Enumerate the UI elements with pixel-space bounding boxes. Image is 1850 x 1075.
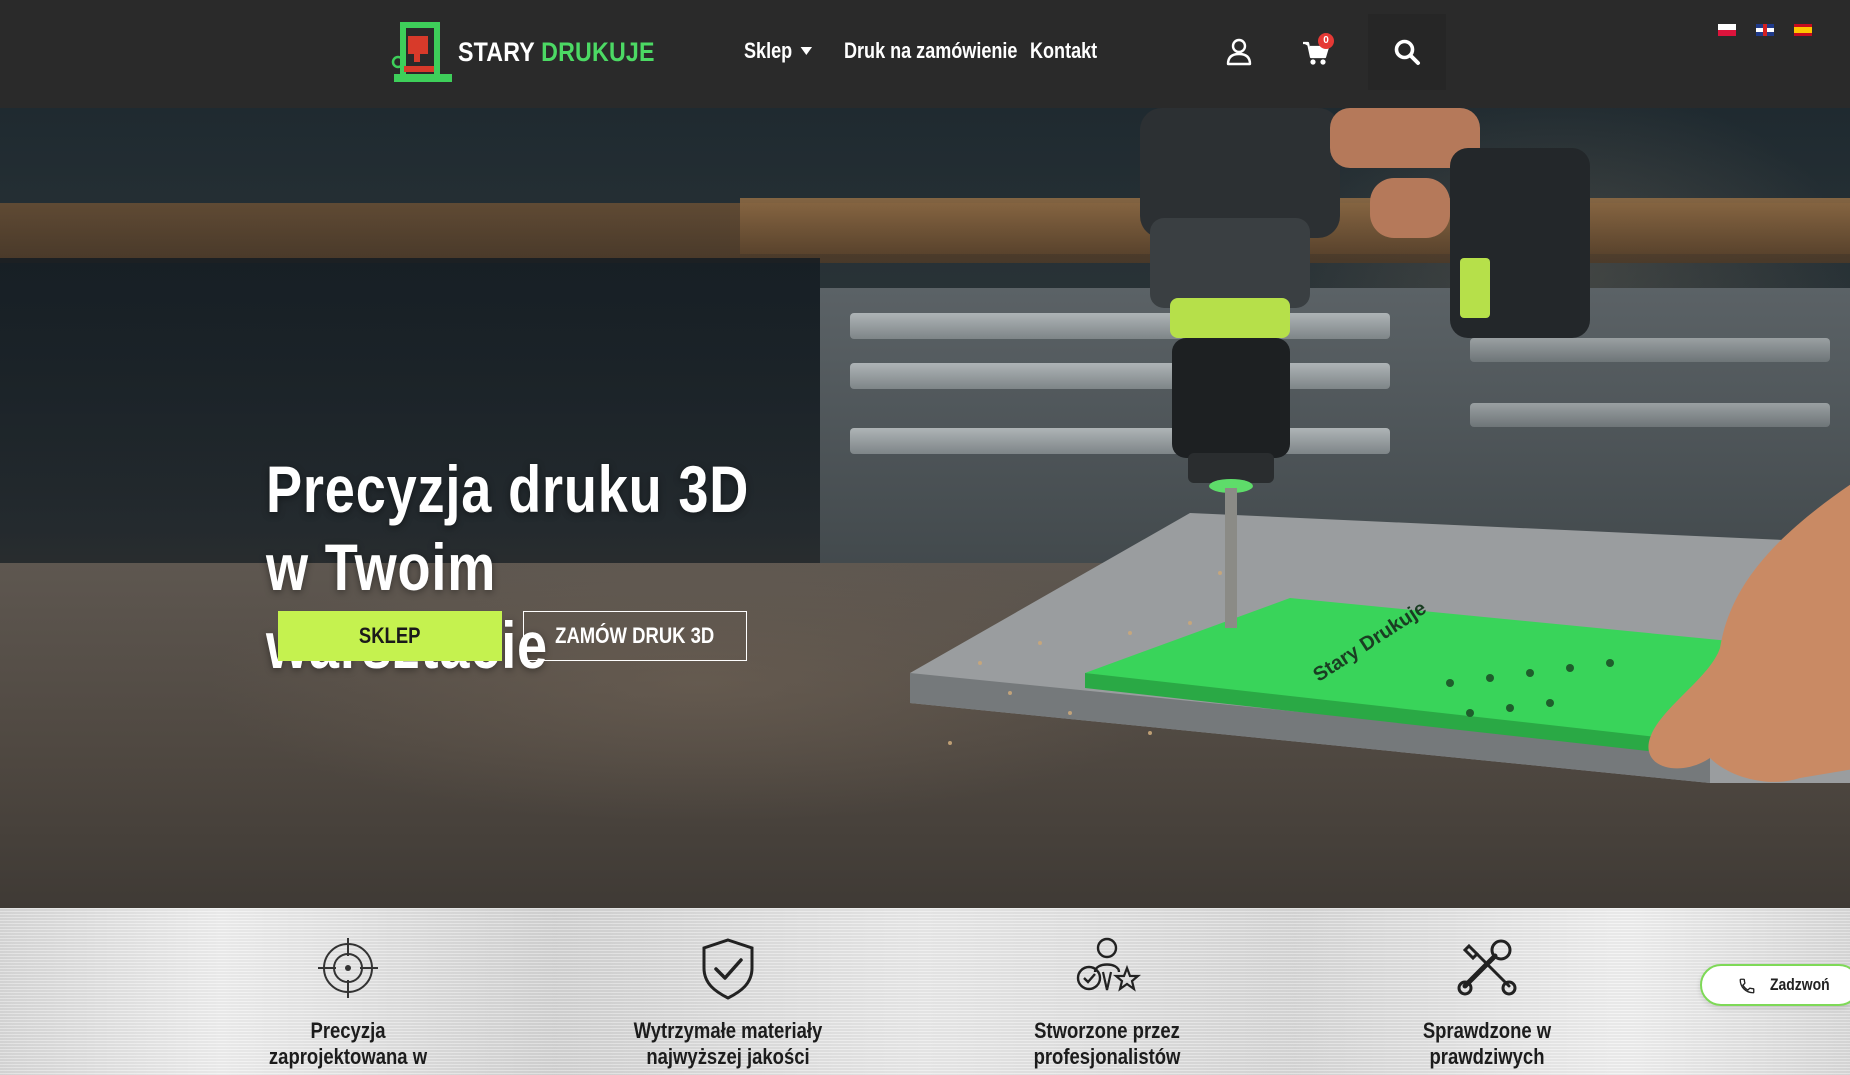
nav-item-sklep[interactable]: Sklep — [744, 38, 812, 64]
feature-label: Sprawdzone w prawdziwych — [1378, 1018, 1596, 1070]
search-icon — [1394, 39, 1420, 65]
es-flag-icon[interactable] — [1794, 24, 1812, 36]
order-button-label: ZAMÓW DRUK 3D — [555, 623, 715, 648]
feature-label-line: Stworzone przez — [1034, 1018, 1180, 1043]
chevron-down-icon — [800, 47, 812, 55]
logo-word-stary: STARY — [458, 36, 535, 67]
call-button-label: Zadzwoń — [1770, 975, 1830, 994]
expert-badge-icon — [1076, 937, 1141, 992]
order-3d-print-button[interactable]: ZAMÓW DRUK 3D — [523, 611, 747, 661]
feature-professionals: Stworzone przez profesjonalistów — [977, 936, 1237, 1070]
pl-flag-icon[interactable] — [1718, 24, 1736, 36]
nav-label: Sklep — [744, 38, 793, 63]
feature-label-line: najwyższej jakości — [646, 1044, 810, 1069]
nav-item-kontakt[interactable]: Kontakt — [1030, 38, 1097, 64]
feature-label-line: prawdziwych — [1429, 1044, 1545, 1069]
feature-label-line: profesjonalistów — [1033, 1044, 1181, 1069]
logo-text: STARY DRUKUJE — [458, 37, 655, 68]
feature-label-line: zaprojektowana w — [268, 1044, 428, 1069]
nav-label: Druk na zamówienie — [844, 38, 1018, 63]
printer-logo-icon — [391, 22, 452, 82]
feature-materials: Wytrzymałe materiały najwyższej jakości — [598, 936, 858, 1070]
feature-tested: Sprawdzone w prawdziwych — [1357, 936, 1617, 1070]
feature-label: Precyzja zaprojektowana w — [239, 1018, 457, 1070]
en-flag-icon[interactable] — [1756, 24, 1774, 36]
hero-banner: Stary Drukuje Precyzja druku 3D w Twoim … — [0, 108, 1850, 908]
nav-label: Kontakt — [1030, 38, 1098, 63]
cart-count-badge: 0 — [1318, 33, 1334, 49]
feature-label: Stworzone przez profesjonalistów — [998, 1018, 1216, 1070]
hero-title-line: w Twoim — [266, 530, 497, 604]
features-band: Precyzja zaprojektowana w Wytrzymałe mat… — [0, 908, 1850, 1075]
nav-item-druk-na-zamowienie[interactable]: Druk na zamówienie — [844, 38, 1017, 64]
feature-label: Wytrzymałe materiały najwyższej jakości — [619, 1018, 837, 1070]
hero-title-line: Precyzja druku 3D — [266, 452, 750, 526]
feature-label-line: Precyzja — [310, 1018, 386, 1043]
shop-button[interactable]: SKLEP — [278, 611, 502, 661]
phone-icon — [1739, 978, 1755, 994]
feature-precision: Precyzja zaprojektowana w — [218, 936, 478, 1070]
hand-illustration — [1648, 484, 1850, 782]
feature-label-line: Wytrzymałe materiały — [633, 1018, 823, 1043]
site-header: STARY DRUKUJE Sklep Druk na zamówienie K… — [0, 0, 1850, 108]
search-button[interactable] — [1368, 14, 1446, 90]
site-logo[interactable]: STARY DRUKUJE — [390, 18, 687, 86]
cordless-drill-illustration — [1140, 108, 1590, 628]
feature-label-line: Sprawdzone w — [1422, 1018, 1552, 1043]
tools-icon — [1457, 939, 1517, 996]
logo-word-drukuje: DRUKUJE — [541, 36, 655, 67]
language-switcher — [1718, 24, 1812, 36]
shield-check-icon — [702, 938, 754, 1000]
target-icon — [318, 938, 378, 998]
shop-button-label: SKLEP — [359, 623, 421, 648]
user-icon[interactable] — [1226, 38, 1252, 66]
call-button[interactable]: Zadzwoń — [1700, 964, 1850, 1006]
